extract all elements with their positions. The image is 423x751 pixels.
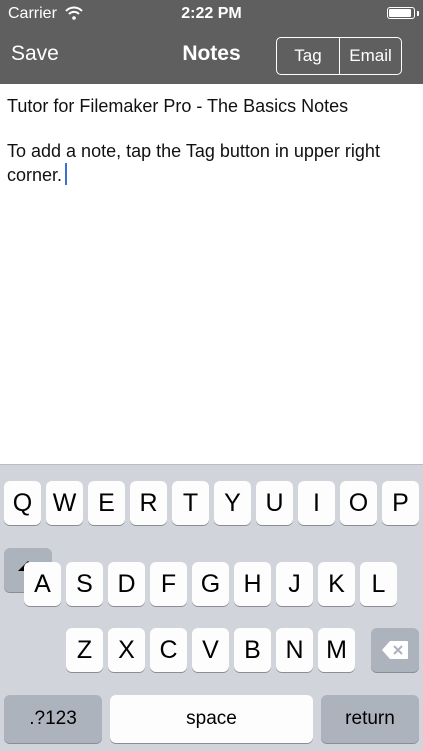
key-n[interactable]: N	[276, 628, 313, 672]
key-u[interactable]: U	[256, 481, 293, 525]
delete-key[interactable]	[371, 628, 419, 672]
key-d[interactable]: D	[108, 562, 145, 606]
key-h[interactable]: H	[234, 562, 271, 606]
key-j[interactable]: J	[276, 562, 313, 606]
battery-icon	[387, 7, 415, 19]
battery-level	[389, 9, 411, 17]
key-q[interactable]: Q	[4, 481, 41, 525]
keyboard: .?123 space return QWERTYUIOP ASDFGHJKL ZX…	[0, 464, 423, 751]
return-key[interactable]: return	[321, 695, 419, 743]
key-m[interactable]: M	[318, 628, 355, 672]
note-line-title: Tutor for Filemaker Pro - The Basics Not…	[7, 96, 349, 116]
clock: 2:22 PM	[181, 5, 242, 22]
note-line-instruction: To add a note, tap the Tag button in upp…	[7, 141, 380, 161]
key-r[interactable]: R	[130, 481, 167, 525]
key-k[interactable]: K	[318, 562, 355, 606]
key-g[interactable]: G	[192, 562, 229, 606]
key-i[interactable]: I	[298, 481, 335, 525]
text-cursor	[65, 163, 68, 185]
tag-button[interactable]: Tag	[277, 38, 340, 74]
key-l[interactable]: L	[360, 562, 397, 606]
key-b[interactable]: B	[234, 628, 271, 672]
key-w[interactable]: W	[46, 481, 83, 525]
key-e[interactable]: E	[88, 481, 125, 525]
tag-email-segmented-control: Tag Email	[276, 37, 402, 75]
delete-icon	[381, 640, 409, 660]
key-s[interactable]: S	[66, 562, 103, 606]
key-c[interactable]: C	[150, 628, 187, 672]
key-y[interactable]: Y	[214, 481, 251, 525]
key-x[interactable]: X	[108, 628, 145, 672]
save-button[interactable]: Save	[11, 42, 59, 66]
navigation-bar: Save Notes Tag Email	[0, 28, 423, 84]
numbers-key[interactable]: .?123	[4, 695, 102, 743]
space-key[interactable]: space	[110, 695, 313, 743]
note-line-text: corner.	[7, 165, 63, 185]
key-t[interactable]: T	[172, 481, 209, 525]
key-o[interactable]: O	[340, 481, 377, 525]
key-z[interactable]: Z	[66, 628, 103, 672]
key-a[interactable]: A	[24, 562, 61, 606]
key-p[interactable]: P	[382, 481, 419, 525]
battery-tip	[417, 11, 419, 16]
key-f[interactable]: F	[150, 562, 187, 606]
email-button[interactable]: Email	[340, 38, 401, 74]
note-line-instruction-cont: corner.	[7, 163, 68, 186]
note-text-area[interactable]: Tutor for Filemaker Pro - The Basics Not…	[0, 84, 423, 464]
status-bar: Carrier 2:22 PM	[0, 0, 423, 28]
key-v[interactable]: V	[192, 628, 229, 672]
